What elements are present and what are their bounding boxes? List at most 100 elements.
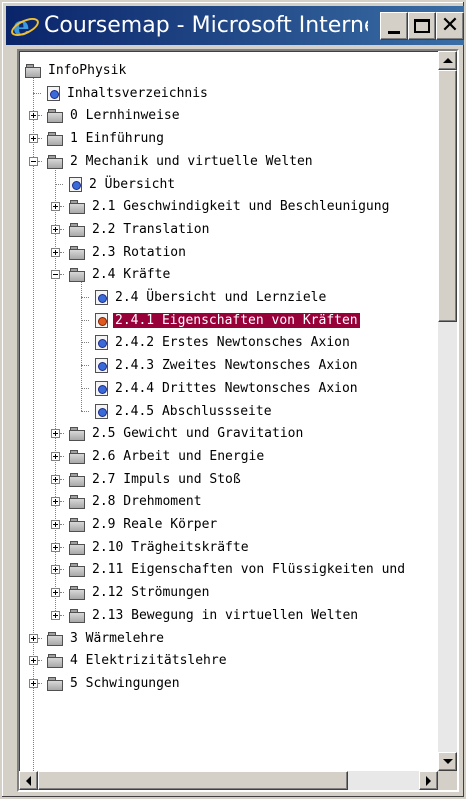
expand-icon[interactable] bbox=[51, 247, 60, 257]
folder-icon bbox=[69, 585, 85, 600]
tree-item-label[interactable]: 2.6 Arbeit und Energie bbox=[90, 449, 266, 464]
tree-item[interactable]: InfoPhysik bbox=[25, 59, 128, 81]
expand-icon[interactable] bbox=[51, 428, 60, 438]
scroll-up-button[interactable] bbox=[438, 51, 457, 70]
title-bar[interactable]: e Coursemap - Microsoft Internet... ✕ bbox=[6, 6, 464, 45]
page-icon bbox=[95, 357, 108, 373]
page-icon bbox=[95, 380, 108, 396]
expand-icon[interactable] bbox=[29, 133, 38, 143]
folder-icon bbox=[69, 494, 85, 509]
tree-item-label[interactable]: 2 Übersicht bbox=[87, 177, 177, 192]
tree-item-label[interactable]: 2 Mechanik und virtuelle Welten bbox=[68, 154, 315, 169]
tree-item-label[interactable]: 2.4 Kräfte bbox=[90, 267, 172, 282]
tree-item[interactable]: 2.9 Reale Körper bbox=[51, 513, 219, 535]
tree-item[interactable]: 2.4.5 Abschlussseite bbox=[77, 400, 274, 422]
tree-item[interactable]: 4 Elektrizitätslehre bbox=[29, 649, 229, 671]
tree-item[interactable]: 0 Lernhinweise bbox=[29, 104, 182, 126]
internet-explorer-icon[interactable]: e bbox=[8, 12, 42, 40]
tree-item[interactable]: 2.11 Eigenschaften von Flüssigkeiten und bbox=[51, 558, 407, 580]
tree-item[interactable]: 2 Mechanik und virtuelle Welten bbox=[29, 150, 315, 172]
horizontal-scroll-thumb[interactable] bbox=[38, 771, 348, 790]
tree-item-label[interactable]: 2.4.5 Abschlussseite bbox=[113, 404, 274, 419]
course-tree: InfoPhysik Inhaltsverzeichnis 0 Lernhinwei… bbox=[19, 51, 439, 771]
tree-item[interactable]: 2.3 Rotation bbox=[51, 241, 188, 263]
tree-item-label[interactable]: 2.5 Gewicht und Gravitation bbox=[90, 426, 305, 441]
tree-item[interactable]: 2.12 Strömungen bbox=[51, 581, 211, 603]
folder-icon bbox=[47, 676, 63, 691]
tree-item-label[interactable]: 0 Lernhinweise bbox=[68, 108, 182, 123]
close-button[interactable]: ✕ bbox=[436, 12, 464, 40]
vertical-scroll-thumb[interactable] bbox=[438, 70, 457, 322]
collapse-icon[interactable] bbox=[29, 156, 38, 166]
folder-icon bbox=[47, 653, 63, 668]
tree-item[interactable]: 2.4.3 Zweites Newtonsches Axion bbox=[77, 354, 360, 376]
tree-item-label[interactable]: 1 Einführung bbox=[68, 131, 166, 146]
tree-item-label[interactable]: 2.3 Rotation bbox=[90, 245, 188, 260]
expand-icon[interactable] bbox=[51, 224, 60, 234]
scroll-down-button[interactable] bbox=[438, 752, 457, 771]
tree-item[interactable]: 2.13 Bewegung in virtuellen Welten bbox=[51, 604, 360, 626]
tree-item[interactable]: 2.4.2 Erstes Newtonsches Axion bbox=[77, 331, 352, 353]
expand-icon[interactable] bbox=[51, 451, 60, 461]
expand-icon[interactable] bbox=[51, 474, 60, 484]
tree-item-label[interactable]: InfoPhysik bbox=[46, 63, 128, 78]
tree-item[interactable]: 2.2 Translation bbox=[51, 218, 211, 240]
tree-item[interactable]: 2.5 Gewicht und Gravitation bbox=[51, 422, 305, 444]
folder-icon bbox=[69, 608, 85, 623]
scroll-right-button[interactable] bbox=[419, 771, 438, 790]
tree-item[interactable]: 2.4 Kräfte bbox=[51, 263, 172, 285]
folder-icon bbox=[69, 517, 85, 532]
tree-item[interactable]: 1 Einführung bbox=[29, 127, 166, 149]
tree-item-label[interactable]: 2.11 Eigenschaften von Flüssigkeiten und bbox=[90, 562, 407, 577]
tree-item-label[interactable]: 2.9 Reale Körper bbox=[90, 517, 219, 532]
tree-item-label[interactable]: 2.4.4 Drittes Newtonsches Axion bbox=[113, 381, 360, 396]
folder-icon bbox=[47, 131, 63, 146]
collapse-icon[interactable] bbox=[51, 269, 60, 279]
expand-icon[interactable] bbox=[51, 564, 60, 574]
folder-icon bbox=[69, 222, 85, 237]
expand-icon[interactable] bbox=[51, 610, 60, 620]
expand-icon[interactable] bbox=[29, 633, 38, 643]
tree-item-label[interactable]: 2.13 Bewegung in virtuellen Welten bbox=[90, 608, 360, 623]
tree-item[interactable]: 2.4.1 Eigenschaften von Kräften bbox=[77, 309, 360, 331]
tree-item[interactable]: 2.1 Geschwindigkeit und Beschleunigung bbox=[51, 195, 391, 217]
tree-item-label[interactable]: 2.1 Geschwindigkeit und Beschleunigung bbox=[90, 199, 391, 214]
tree-item-label[interactable]: 2.7 Impuls und Stoß bbox=[90, 472, 243, 487]
tree-item-label[interactable]: 2.10 Trägheitskräfte bbox=[90, 540, 251, 555]
tree-item-label[interactable]: Inhaltsverzeichnis bbox=[65, 86, 210, 101]
tree-item[interactable]: 2.6 Arbeit und Energie bbox=[51, 445, 266, 467]
expand-icon[interactable] bbox=[29, 678, 38, 688]
tree-item[interactable]: 2.8 Drehmoment bbox=[51, 490, 204, 512]
tree-item-label[interactable]: 2.4 Übersicht und Lernziele bbox=[113, 290, 328, 305]
expand-icon[interactable] bbox=[29, 110, 38, 120]
minimize-button[interactable] bbox=[380, 12, 408, 40]
tree-item-label[interactable]: 2.4.1 Eigenschaften von Kräften bbox=[113, 312, 360, 328]
horizontal-scrollbar[interactable] bbox=[19, 771, 438, 790]
tree-item[interactable]: 5 Schwingungen bbox=[29, 672, 182, 694]
tree-item[interactable]: 2.4 Übersicht und Lernziele bbox=[77, 286, 328, 308]
tree-item[interactable]: 2.7 Impuls und Stoß bbox=[51, 468, 243, 490]
page-icon bbox=[95, 289, 108, 305]
expand-icon[interactable] bbox=[51, 496, 60, 506]
tree-item[interactable]: 3 Wärmelehre bbox=[29, 627, 166, 649]
expand-icon[interactable] bbox=[51, 542, 60, 552]
expand-icon[interactable] bbox=[51, 519, 60, 529]
tree-item-label[interactable]: 5 Schwingungen bbox=[68, 676, 182, 691]
tree-item-label[interactable]: 2.4.3 Zweites Newtonsches Axion bbox=[113, 358, 360, 373]
tree-item[interactable]: 2.4.4 Drittes Newtonsches Axion bbox=[77, 377, 360, 399]
scroll-left-button[interactable] bbox=[19, 771, 38, 790]
maximize-button[interactable] bbox=[408, 12, 436, 40]
tree-item-label[interactable]: 2.4.2 Erstes Newtonsches Axion bbox=[113, 335, 352, 350]
tree-item-label[interactable]: 3 Wärmelehre bbox=[68, 631, 166, 646]
tree-item[interactable]: 2.10 Trägheitskräfte bbox=[51, 536, 251, 558]
tree-item[interactable]: Inhaltsverzeichnis bbox=[29, 82, 210, 104]
tree-item-label[interactable]: 4 Elektrizitätslehre bbox=[68, 653, 229, 668]
tree-item-label[interactable]: 2.12 Strömungen bbox=[90, 585, 211, 600]
tree-item-label[interactable]: 2.8 Drehmoment bbox=[90, 494, 204, 509]
expand-icon[interactable] bbox=[29, 655, 38, 665]
tree-item[interactable]: 2 Übersicht bbox=[51, 173, 177, 195]
tree-item-label[interactable]: 2.2 Translation bbox=[90, 222, 211, 237]
expand-icon[interactable] bbox=[51, 587, 60, 597]
vertical-scrollbar[interactable] bbox=[438, 51, 457, 771]
expand-icon[interactable] bbox=[51, 201, 60, 211]
